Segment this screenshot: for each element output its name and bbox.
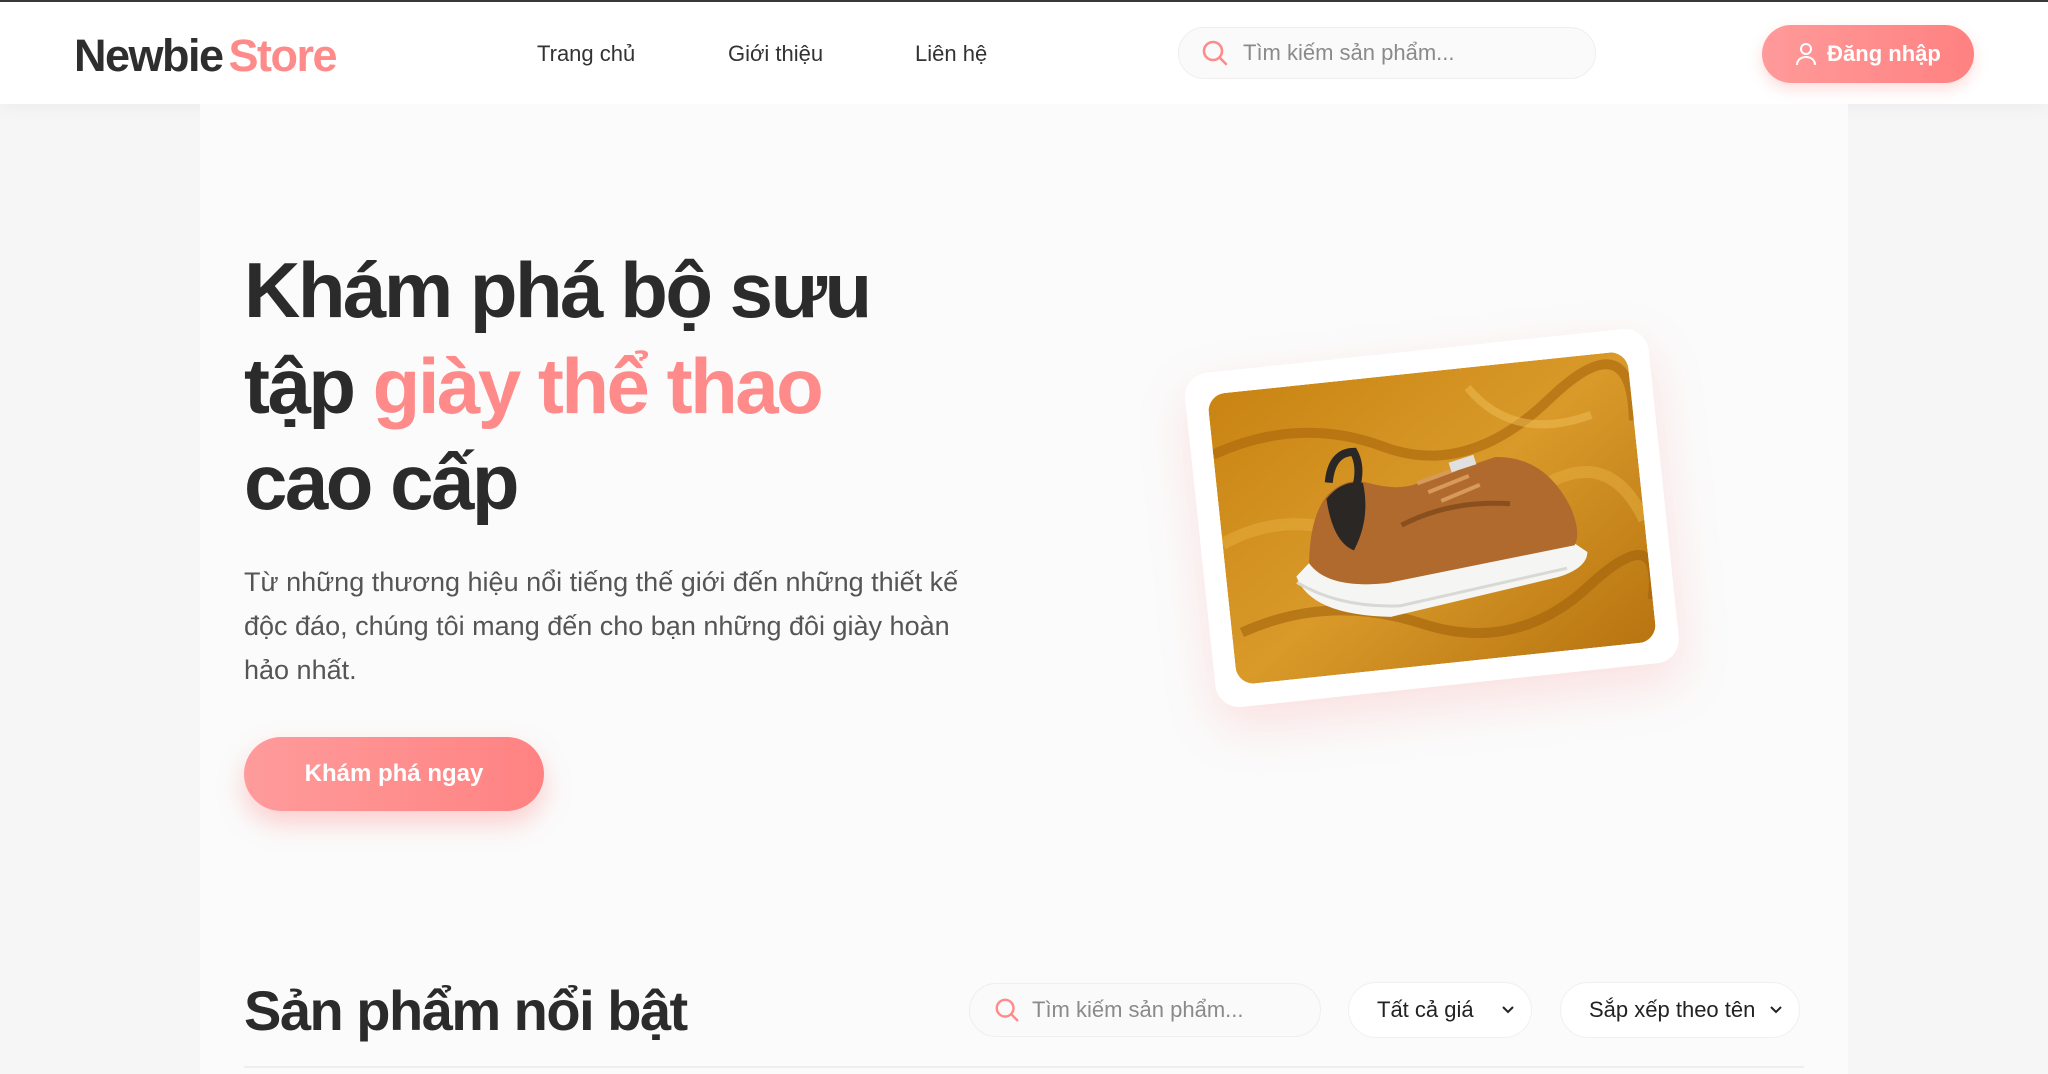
hero-image-card: [1182, 326, 1682, 710]
hero-title-line3: cao cấp: [244, 438, 519, 526]
brand-name-part1: Newbie: [74, 30, 224, 81]
hero-title-highlight: giày thể thao: [372, 342, 824, 430]
featured-products-title: Sản phẩm nổi bật: [244, 979, 688, 1042]
product-search-input[interactable]: Tìm kiếm sản phẩm...: [969, 983, 1321, 1037]
price-filter-select[interactable]: Tất cả giá: [1348, 982, 1532, 1038]
sneaker-photo: [1206, 350, 1658, 686]
sort-select[interactable]: Sắp xếp theo tên: [1560, 982, 1800, 1038]
nav-link-contact[interactable]: Liên hệ: [915, 41, 987, 67]
section-divider: [244, 1066, 1804, 1068]
login-button[interactable]: Đăng nhập: [1762, 25, 1974, 83]
hero-title-line1: Khám phá bộ sưu: [244, 246, 872, 334]
hero-description: Từ những thương hiệu nổi tiếng thế giới …: [244, 567, 959, 685]
sort-value: Sắp xếp theo tên: [1589, 997, 1756, 1022]
login-label: Đăng nhập: [1827, 41, 1941, 66]
sneaker-image: [1206, 350, 1658, 686]
chevron-down-icon: [1502, 1006, 1514, 1014]
chevron-down-icon: [1770, 1006, 1782, 1014]
brand-logo[interactable]: Newbie Store: [74, 30, 338, 82]
user-icon: [1796, 43, 1817, 66]
search-icon: [1202, 40, 1228, 66]
site-header: Newbie Store Trang chủ Giới thiệu Liên hệ…: [0, 2, 2048, 104]
price-filter-value: Tất cả giá: [1377, 997, 1474, 1022]
explore-now-button[interactable]: Khám phá ngay: [244, 737, 544, 811]
product-search-placeholder: Tìm kiếm sản phẩm...: [1032, 997, 1244, 1022]
nav-link-home[interactable]: Trang chủ: [537, 41, 635, 67]
brand-name-part2: Store: [228, 30, 338, 81]
nav-link-about[interactable]: Giới thiệu: [728, 41, 823, 67]
hero-title: Khám phá bộ sưu tập giày thể thao cao cấ…: [244, 242, 1004, 530]
hero-title-line2-prefix: tập: [244, 342, 373, 430]
search-icon: [995, 998, 1019, 1022]
header-search-input[interactable]: Tìm kiếm sản phẩm...: [1178, 27, 1596, 79]
header-search-placeholder: Tìm kiếm sản phẩm...: [1243, 40, 1455, 65]
